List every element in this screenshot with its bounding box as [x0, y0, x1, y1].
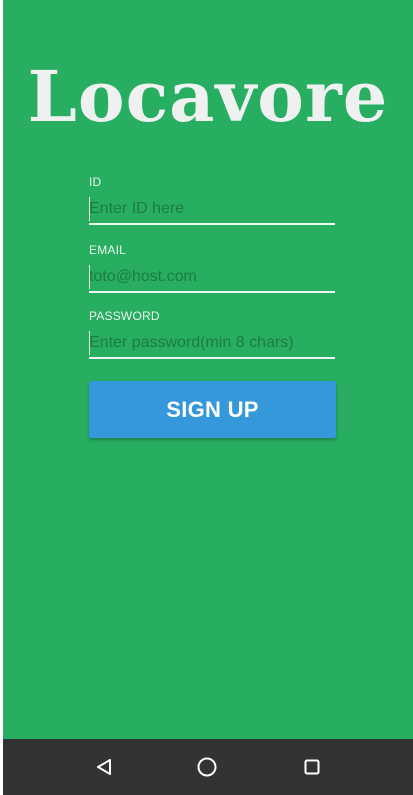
text-cursor [89, 265, 90, 289]
id-input-placeholder: Enter ID here [89, 200, 185, 217]
text-cursor [89, 331, 90, 355]
signup-screen: Locavore ID Enter ID here EMAIL toto@hos… [3, 0, 413, 739]
password-field: PASSWORD Enter password(min 8 chars) [89, 309, 335, 359]
system-navigation-bar [3, 739, 413, 795]
id-field-label: ID [89, 175, 102, 189]
recent-apps-button[interactable] [298, 753, 326, 781]
password-input[interactable]: Enter password(min 8 chars) [89, 329, 335, 359]
id-field: ID Enter ID here [89, 175, 335, 225]
text-cursor [89, 197, 90, 221]
home-circle-icon [197, 757, 217, 777]
email-input[interactable]: toto@host.com [89, 263, 335, 293]
home-button[interactable] [193, 753, 221, 781]
back-triangle-icon [97, 759, 111, 775]
email-input-placeholder: toto@host.com [89, 268, 197, 285]
signup-button[interactable]: SIGN UP [89, 381, 336, 438]
phone-screen: Locavore ID Enter ID here EMAIL toto@hos… [3, 0, 413, 795]
back-button[interactable] [90, 753, 118, 781]
email-field-label: EMAIL [89, 243, 127, 257]
id-input[interactable]: Enter ID here [89, 195, 335, 225]
password-input-placeholder: Enter password(min 8 chars) [89, 334, 294, 351]
email-field: EMAIL toto@host.com [89, 243, 335, 293]
recent-apps-square-icon [304, 759, 320, 775]
password-field-label: PASSWORD [89, 309, 160, 323]
app-logo-title: Locavore [27, 55, 389, 138]
